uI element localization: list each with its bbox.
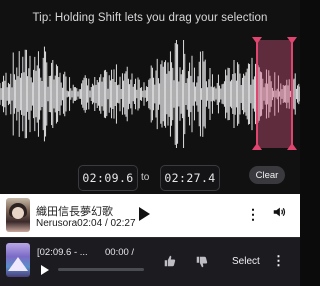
clear-button[interactable]: Clear (249, 166, 285, 184)
end-time-input[interactable]: 02:27.4 (160, 165, 220, 191)
now-playing-bar: 織田信長夢幻歌 Nerusora02:04 / 02:27 ⋮ (0, 194, 300, 237)
end-handle-bottom-marker[interactable] (287, 143, 297, 150)
song-subtitle: Nerusora02:04 / 02:27 (36, 218, 136, 229)
selection-start-handle[interactable] (256, 40, 258, 148)
artist-name[interactable]: Nerusora (36, 218, 77, 229)
song-title[interactable]: 織田信長夢幻歌 (36, 203, 113, 219)
select-button[interactable]: Select (232, 256, 260, 267)
waveform-bars (0, 40, 300, 148)
volume-icon[interactable] (272, 205, 286, 219)
more-vertical-icon[interactable]: ⋮ (272, 252, 285, 270)
song-cover-art[interactable] (6, 198, 30, 232)
play-icon[interactable] (139, 207, 150, 221)
clip-player: [02:09.6 - ... 00:00 / Select ⋮ (0, 237, 300, 286)
progress-slider[interactable] (58, 268, 144, 271)
start-handle-top-marker[interactable] (252, 37, 262, 44)
waveform-editor: Tip: Holding Shift lets you drag your se… (0, 0, 300, 194)
thumbs-up-icon[interactable] (164, 255, 176, 267)
play-icon[interactable] (41, 265, 49, 275)
start-handle-bottom-marker[interactable] (252, 143, 262, 150)
selection-end-handle[interactable] (291, 40, 293, 148)
clip-title[interactable]: [02:09.6 - ... (37, 247, 88, 258)
start-time-input[interactable]: 02:09.6 (78, 165, 138, 191)
tip-text: Tip: Holding Shift lets you drag your se… (32, 12, 268, 24)
more-vertical-icon[interactable]: ⋮ (246, 204, 260, 224)
waveform[interactable] (0, 34, 300, 154)
selection-region[interactable] (257, 40, 291, 148)
clip-cover-art[interactable] (6, 243, 30, 277)
clip-time: 00:00 / (105, 247, 135, 258)
song-time: 02:04 / 02:27 (77, 218, 136, 229)
to-label: to (141, 172, 150, 183)
thumbs-down-icon[interactable] (196, 256, 208, 268)
end-handle-top-marker[interactable] (287, 37, 297, 44)
